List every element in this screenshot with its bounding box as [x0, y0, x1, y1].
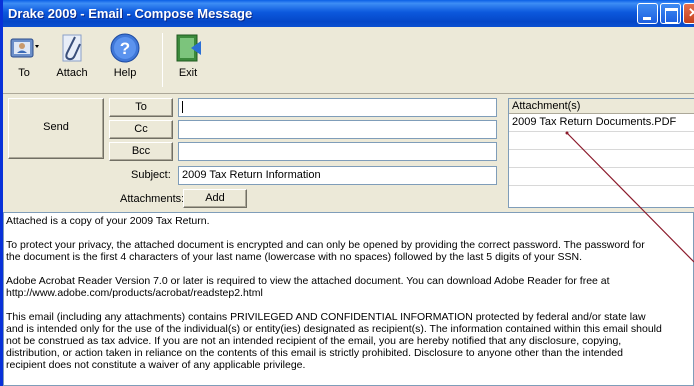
paperclip-icon	[62, 34, 82, 62]
attachment-empty-row	[509, 168, 694, 186]
maximize-button[interactable]	[660, 3, 681, 24]
address-book-icon	[10, 38, 39, 58]
cc-button[interactable]: Cc	[109, 120, 173, 139]
attachment-item[interactable]: 2009 Tax Return Documents.PDF	[509, 114, 694, 132]
close-button[interactable]	[683, 3, 694, 24]
toolbar-attach-label: Attach	[56, 67, 88, 79]
attachment-empty-row	[509, 150, 694, 168]
window-title: Drake 2009 - Email - Compose Message	[8, 6, 253, 21]
message-paragraph: This email (including any attachments) c…	[6, 311, 662, 371]
subject-label: Subject:	[131, 169, 171, 181]
to-button[interactable]: To	[109, 98, 173, 117]
bcc-field[interactable]	[178, 142, 497, 161]
attachments-label: Attachments:	[120, 193, 185, 205]
bcc-button[interactable]: Bcc	[109, 142, 173, 161]
add-attachment-button[interactable]: Add	[183, 189, 247, 208]
toolbar-exit-button[interactable]: Exit	[166, 31, 210, 79]
title-bar: Drake 2009 - Email - Compose Message	[3, 0, 694, 27]
toolbar-separator	[162, 33, 163, 87]
compose-window: Drake 2009 - Email - Compose Message To …	[0, 0, 694, 386]
svg-text:?: ?	[120, 39, 130, 58]
to-field[interactable]	[178, 98, 497, 117]
toolbar-to-button[interactable]: To	[5, 31, 43, 79]
subject-field[interactable]: 2009 Tax Return Information	[178, 166, 497, 185]
attachment-empty-row	[509, 132, 694, 150]
message-paragraph: To protect your privacy, the attached do…	[6, 239, 645, 263]
attachments-list: Attachment(s) 2009 Tax Return Documents.…	[508, 98, 694, 208]
toolbar-help-button[interactable]: ? Help	[103, 31, 147, 79]
toolbar-attach-button[interactable]: Attach	[50, 31, 94, 79]
message-paragraph: Adobe Acrobat Reader Version 7.0 or late…	[6, 275, 610, 299]
attachments-header: Attachment(s)	[509, 99, 694, 114]
toolbar-help-label: Help	[113, 67, 137, 79]
toolbar-to-label: To	[18, 67, 30, 79]
text-caret	[182, 101, 183, 114]
message-paragraph: Attached is a copy of your 2009 Tax Retu…	[6, 215, 210, 227]
minimize-button[interactable]	[637, 3, 658, 24]
send-button[interactable]: Send	[8, 98, 104, 159]
toolbar-exit-label: Exit	[178, 67, 198, 79]
exit-icon	[176, 34, 201, 62]
cc-field[interactable]	[178, 120, 497, 139]
help-icon: ?	[110, 33, 140, 63]
toolbar: To Attach ? Help Exit	[3, 27, 694, 94]
message-body[interactable]: Attached is a copy of your 2009 Tax Retu…	[3, 212, 694, 386]
